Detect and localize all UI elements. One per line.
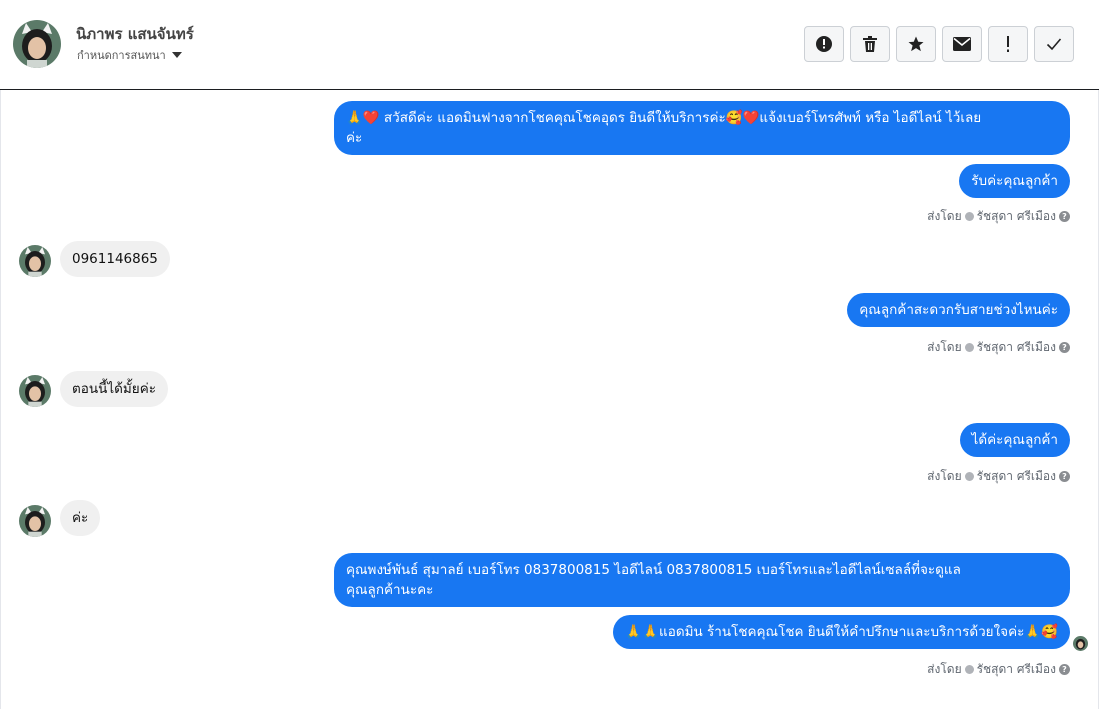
outgoing-message[interactable]: คุณพงษ์พันธ์ สุมาลย์ เบอร์โทร 0837800815… [334,553,1070,607]
assign-conversation-dropdown[interactable]: กำหนดการสนทนา [77,46,182,64]
agent-name: รัชสุดา ศรีเมือง [976,662,1056,676]
help-icon[interactable]: ? [1059,342,1070,353]
agent-status-icon [964,665,974,674]
customer-name: นิภาพร แสนจันทร์ [76,25,194,43]
help-icon[interactable]: ? [1059,471,1070,482]
message-text: รับค่ะคุณลูกค้า [971,173,1058,189]
message-text: คุณลูกค้านะคะ [346,582,434,598]
message-text: คุณพงษ์พันธ์ สุมาลย์ เบอร์โทร 0837800815… [346,562,961,578]
message-text: ค่ะ [72,510,89,526]
incoming-message[interactable]: 0961146865 [60,241,170,277]
message-text: 🙏❤️ สวัสดีค่ะ แอดมินฟางจากโชคคุณโชคอุดร … [346,110,982,126]
customer-avatar [19,375,51,407]
sent-by-label: ส่งโดย รัชสุดา ศรีเมือง ? [927,467,1070,486]
spam-button[interactable] [988,26,1028,62]
message-text: 0961146865 [72,251,158,267]
sent-by-prefix: ส่งโดย [927,340,962,354]
incoming-message[interactable]: ค่ะ [60,500,101,536]
outgoing-message[interactable]: 🙏❤️ สวัสดีค่ะ แอดมินฟางจากโชคคุณโชคอุดร … [334,101,1070,155]
customer-avatar [19,245,51,277]
outgoing-message[interactable]: รับค่ะคุณลูกค้า [959,164,1070,198]
sent-by-label: ส่งโดย รัชสุดา ศรีเมือง ? [927,338,1070,357]
sent-by-label: ส่งโดย รัชสุดา ศรีเมือง ? [927,660,1070,679]
message-text: ค่ะ [346,130,363,146]
agent-status-icon [964,212,974,221]
sent-by-prefix: ส่งโดย [927,209,962,223]
mail-icon [953,37,971,51]
agent-name: รัชสุดา ศรีเมือง [976,340,1056,354]
agent-status-icon [964,472,974,481]
agent-status-icon [964,343,974,352]
check-icon [1046,38,1062,51]
sent-by-prefix: ส่งโดย [927,662,962,676]
trash-icon [863,36,877,52]
star-icon [908,36,924,52]
customer-avatar[interactable] [13,20,61,68]
caret-down-icon [171,52,182,58]
agent-name: รัชสุดา ศรีเมือง [976,209,1056,223]
exclamation-icon [1007,36,1009,52]
message-text: ได้ค่ะคุณลูกค้า [971,432,1058,448]
seen-avatar [1073,636,1088,651]
outgoing-message[interactable]: คุณลูกค้าสะดวกรับสายช่วงไหนค่ะ [847,293,1070,327]
incoming-message[interactable]: ตอนนี้ได้มั้ยค่ะ [60,371,168,407]
sent-by-prefix: ส่งโดย [927,469,962,483]
message-text: ตอนนี้ได้มั้ยค่ะ [72,381,156,397]
help-icon[interactable]: ? [1059,664,1070,675]
outgoing-message[interactable]: ได้ค่ะคุณลูกค้า [959,423,1070,457]
outgoing-message[interactable]: 🙏🙏แอดมิน ร้านโชคคุณโชค ยินดีให้คำปรึกษาแ… [613,615,1070,649]
message-text: 🙏🙏แอดมิน ร้านโชคคุณโชค ยินดีให้คำปรึกษาแ… [625,624,1058,640]
star-button[interactable] [896,26,936,62]
agent-name: รัชสุดา ศรีเมือง [976,469,1056,483]
help-icon[interactable]: ? [1059,211,1070,222]
message-text: คุณลูกค้าสะดวกรับสายช่วงไหนค่ะ [859,302,1058,318]
report-button[interactable] [804,26,844,62]
header-actions [804,26,1074,62]
conversation-header: นิภาพร แสนจันทร์ กำหนดการสนทนา [0,0,1099,90]
customer-avatar [19,505,51,537]
assign-label: กำหนดการสนทนา [77,49,166,62]
sent-by-label: ส่งโดย รัชสุดา ศรีเมือง ? [927,207,1070,226]
mark-done-button[interactable] [1034,26,1074,62]
delete-button[interactable] [850,26,890,62]
report-icon [816,36,832,52]
mark-unread-button[interactable] [942,26,982,62]
